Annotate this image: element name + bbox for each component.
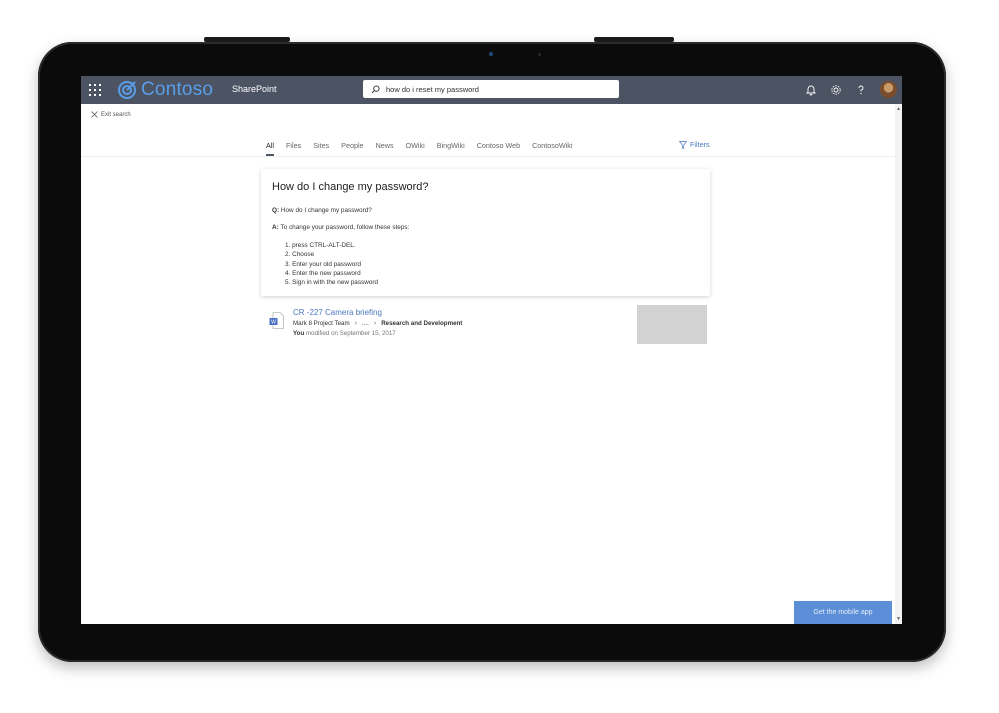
brand-name: Contoso [141, 79, 214, 100]
camera-icon [489, 52, 493, 56]
a-label: A: [272, 224, 279, 231]
svg-text:W: W [271, 320, 276, 326]
filters-label: Filters [690, 140, 710, 149]
word-document-icon: W [269, 312, 284, 329]
tab-files[interactable]: Files [286, 141, 301, 156]
avatar[interactable] [880, 81, 897, 98]
tab-news[interactable]: News [376, 141, 394, 156]
tab-contoso-web[interactable]: Contoso Web [477, 141, 520, 156]
suite-bar: Contoso SharePoint [81, 76, 902, 104]
device-button [594, 37, 674, 42]
answer-intro: A: To change your password, follow these… [272, 224, 409, 231]
tabs-divider [81, 156, 895, 157]
filter-icon [679, 140, 687, 149]
bell-icon[interactable] [804, 83, 818, 97]
search-tabs: All Files Sites People News OWiki BingWi… [266, 141, 584, 156]
exit-search-link[interactable]: Exit search [91, 111, 131, 118]
chevron-right-icon: › [354, 320, 357, 327]
modified-date: modified on September 15, 2017 [305, 330, 396, 337]
step-item: 4. Enter the new password [285, 269, 361, 277]
get-mobile-app-button[interactable]: Get the mobile app [794, 601, 892, 624]
q-label: Q: [272, 207, 280, 214]
breadcrumb-item[interactable]: Mark 8 Project Team [293, 320, 350, 327]
step-item: 1. press CTRL-ALT-DEL. [285, 242, 356, 249]
close-icon [91, 111, 98, 118]
step-item: 3. Enter your old password [285, 260, 362, 268]
search-input[interactable] [386, 82, 606, 96]
filters-button[interactable]: Filters [679, 140, 710, 149]
exit-search-label: Exit search [101, 111, 131, 118]
tab-people[interactable]: People [341, 141, 363, 156]
brand-logo[interactable]: Contoso [117, 78, 213, 102]
sensor-icon [538, 53, 541, 56]
answer-steps: 1. press CTRL-ALT-DEL. 2. Choose 3. Ente… [285, 241, 378, 287]
tab-all[interactable]: All [266, 141, 274, 156]
search-box[interactable] [363, 80, 619, 98]
contoso-logo-icon [118, 81, 136, 99]
result-meta: You modified on September 15, 2017 [293, 330, 396, 337]
tab-owiki[interactable]: OWiki [406, 141, 425, 156]
vertical-scrollbar[interactable]: ▲ ▼ [895, 104, 902, 624]
question-text: How do I change my password? [280, 207, 372, 214]
help-icon[interactable] [854, 83, 868, 97]
scroll-up-icon[interactable]: ▲ [896, 106, 901, 112]
step-item: 5. Sign in with the new password [285, 279, 379, 287]
waffle-icon[interactable] [89, 84, 101, 96]
result-thumbnail[interactable] [637, 305, 707, 344]
app-name[interactable]: SharePoint [232, 84, 277, 94]
result-title-link[interactable]: CR -227 Camera briefing [293, 308, 382, 317]
breadcrumb-item[interactable]: Research and Development [381, 320, 462, 327]
search-icon [371, 84, 380, 93]
step-item: 2. Choose [285, 251, 315, 259]
answer-question: Q: How do I change my password? [272, 207, 372, 214]
screen: Contoso SharePoint how do i reset my pas… [81, 76, 902, 624]
device-button [204, 37, 290, 42]
answer-intro-text: To change your password, follow these st… [280, 224, 410, 231]
modified-by: You [293, 330, 305, 337]
tab-sites[interactable]: Sites [313, 141, 329, 156]
scroll-down-icon[interactable]: ▼ [896, 616, 901, 622]
gear-icon[interactable] [829, 83, 843, 97]
answer-card: How do I change my password? Q: How do I… [261, 169, 710, 296]
tab-bingwiki[interactable]: BingWiki [437, 141, 465, 156]
tablet-frame: Contoso SharePoint how do i reset my pas… [38, 42, 946, 662]
chevron-right-icon: › [373, 320, 377, 327]
breadcrumb-item[interactable]: .... [362, 320, 369, 327]
result-breadcrumb: Mark 8 Project Team › .... › Research an… [293, 320, 462, 327]
answer-title: How do I change my password? [272, 181, 429, 193]
tab-contosowiki[interactable]: ContosoWiki [532, 141, 572, 156]
